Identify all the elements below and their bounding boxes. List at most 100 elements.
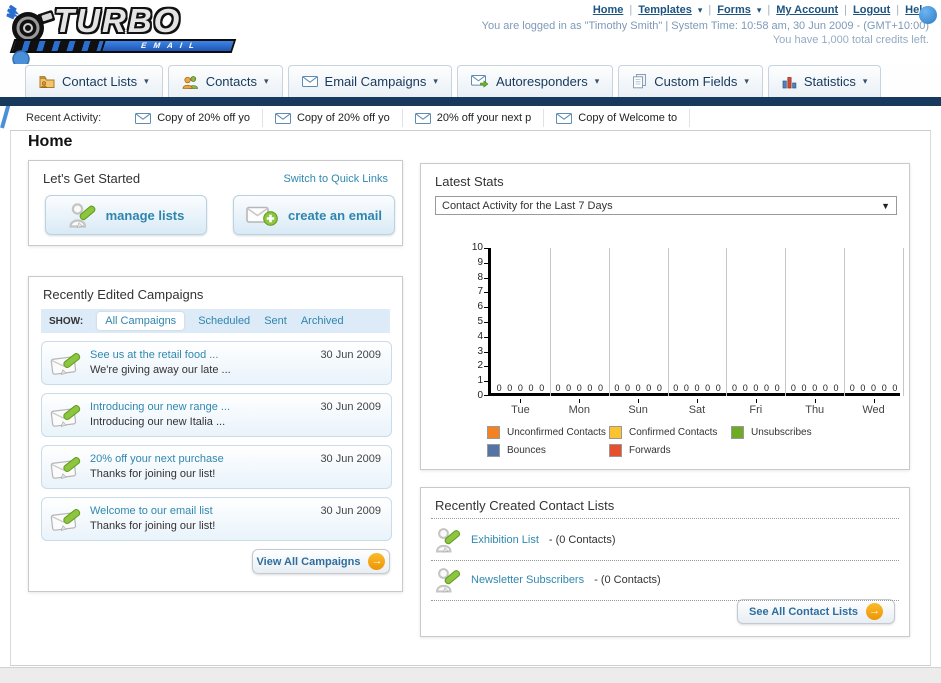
filter-sent[interactable]: Sent — [264, 315, 287, 327]
chart-value-label: 0 — [694, 383, 700, 393]
chevron-down-icon: ▾ — [697, 4, 703, 15]
tab-autoresponders[interactable]: Autoresponders ▾ — [456, 65, 614, 97]
y-axis-tick-mark — [484, 336, 489, 338]
nav-link-my-account[interactable]: My Account — [776, 4, 838, 16]
chart-value-labels: 00000 — [668, 383, 727, 393]
dotted-separator — [431, 600, 899, 601]
recent-activity-item-label: 20% off your next p — [436, 112, 532, 124]
chart-value-label: 0 — [881, 383, 887, 393]
x-axis-tick-label: Wed — [862, 404, 885, 416]
recent-activity-bar: Recent Activity: Copy of 20% off yo Copy … — [10, 106, 931, 131]
stats-report-dropdown[interactable]: Contact Activity for the Last 7 Days ▼ — [435, 196, 897, 215]
contact-list-item[interactable]: Exhibition List - (0 Contacts) — [435, 526, 616, 554]
x-axis-tick-label: Fri — [749, 404, 763, 416]
contact-list-edit-icon — [435, 526, 461, 554]
filter-scheduled[interactable]: Scheduled — [198, 315, 250, 327]
contact-list-edit-icon — [435, 566, 461, 594]
tab-statistics[interactable]: Statistics ▾ — [767, 65, 882, 97]
create-an-email-button[interactable]: create an email — [233, 195, 395, 235]
credits-info: You have 1,000 total credits left. — [772, 34, 929, 46]
legend-label: Unsubscribes — [751, 427, 812, 438]
chart-value-label: 0 — [496, 383, 502, 393]
x-axis-tick-label: Tue — [511, 404, 530, 416]
tab-label: Autoresponders — [495, 74, 588, 89]
recent-activity-item-label: Copy of 20% off yo — [157, 112, 250, 124]
nav-link-logout[interactable]: Logout — [853, 4, 890, 16]
campaign-item[interactable]: Introducing our new range ... Introducing… — [41, 393, 392, 437]
legend-swatch — [609, 444, 622, 457]
tab-contacts[interactable]: Contacts ▾ — [167, 65, 283, 97]
campaign-item[interactable]: Welcome to our email list Thanks for join… — [41, 497, 392, 541]
chart-value-label: 0 — [833, 383, 839, 393]
campaign-title-link[interactable]: Welcome to our email list — [90, 505, 213, 517]
view-all-campaigns-button[interactable]: View All Campaigns → — [252, 549, 390, 574]
recent-activity-item[interactable]: Copy of 20% off yo — [123, 109, 263, 127]
nav-link-home[interactable]: Home — [593, 4, 624, 16]
create-an-email-label: create an email — [288, 207, 382, 223]
campaign-subtitle: Thanks for joining our list! — [90, 520, 216, 532]
help-bubble-icon[interactable] — [919, 6, 937, 24]
campaign-title-link[interactable]: See us at the retail food ... — [90, 349, 218, 361]
campaign-item[interactable]: See us at the retail food ... We're givin… — [41, 341, 392, 385]
nav-link-forms[interactable]: Forms — [717, 4, 751, 16]
see-all-contact-lists-button[interactable]: See All Contact Lists → — [737, 599, 895, 624]
recent-activity-item-label: Copy of 20% off yo — [296, 112, 390, 124]
contact-list-name-link[interactable]: Newsletter Subscribers — [471, 574, 584, 586]
legend-label: Forwards — [629, 445, 671, 456]
tab-label: Contacts — [205, 74, 257, 89]
legend-swatch — [609, 426, 622, 439]
campaign-date: 30 Jun 2009 — [320, 453, 381, 465]
tab-bar: Contact Lists ▾ Contacts ▾ Email Campaigns ▾ A… — [0, 64, 941, 97]
chart-value-labels: 00000 — [550, 383, 609, 393]
contact-list-detail: - (0 Contacts) — [548, 534, 616, 546]
recent-activity-item-label: Copy of Welcome to — [578, 112, 678, 124]
y-axis-tick-label: 10 — [471, 242, 483, 253]
tab-custom-fields[interactable]: Custom Fields ▾ — [618, 65, 763, 97]
chart-value-label: 0 — [656, 383, 662, 393]
envelope-icon — [274, 112, 291, 124]
chart-value-label: 0 — [790, 383, 796, 393]
y-axis-tick-label: 6 — [477, 301, 483, 313]
nav-link-templates[interactable]: Templates — [638, 4, 692, 16]
chart-value-label: 0 — [598, 383, 604, 393]
page-title: Home — [28, 133, 73, 150]
campaign-title-link[interactable]: 20% off your next purchase — [90, 453, 224, 465]
envelope-icon — [301, 76, 318, 87]
manage-lists-button[interactable]: manage lists — [45, 195, 207, 235]
campaign-title-link[interactable]: Introducing our new range ... — [90, 401, 230, 413]
chart-value-label: 0 — [715, 383, 721, 393]
contact-list-detail: - (0 Contacts) — [594, 574, 661, 586]
chart-value-labels: 00000 — [491, 383, 550, 393]
y-axis-tick-mark — [484, 351, 489, 353]
contact-list-item[interactable]: Newsletter Subscribers - (0 Contacts) — [435, 566, 661, 594]
dotted-separator — [431, 518, 899, 519]
chevron-down-icon: ▾ — [594, 76, 600, 86]
filter-archived[interactable]: Archived — [301, 315, 344, 327]
recent-activity-item[interactable]: 20% off your next p — [403, 109, 545, 127]
contact-list-name-link[interactable]: Exhibition List — [471, 534, 539, 546]
chevron-down-icon: ▼ — [881, 200, 890, 211]
campaign-item[interactable]: 20% off your next purchase Thanks for joi… — [41, 445, 392, 489]
tab-email-campaigns[interactable]: Email Campaigns ▾ — [287, 65, 452, 97]
contact-lists-title: Recently Created Contact Lists — [435, 498, 615, 513]
chart-value-label: 0 — [742, 383, 748, 393]
chart-value-labels: 00000 — [609, 383, 668, 393]
chart-value-label: 0 — [753, 383, 759, 393]
switch-to-quick-links-link[interactable]: Switch to Quick Links — [283, 173, 388, 185]
chart-value-label: 0 — [528, 383, 534, 393]
x-axis-tick-label: Sat — [688, 404, 706, 416]
y-axis-tick-label: 2 — [477, 360, 483, 372]
campaign-subtitle: We're giving away our late ... — [90, 364, 231, 376]
chevron-down-icon: ▾ — [756, 4, 762, 15]
campaign-date: 30 Jun 2009 — [320, 349, 381, 361]
chart-value-label: 0 — [849, 383, 855, 393]
chart-legend: Unconfirmed Contacts Confirmed Contacts Un… — [487, 426, 812, 457]
create-email-icon — [246, 204, 278, 227]
recent-activity-item[interactable]: Copy of Welcome to — [544, 109, 691, 127]
nav-separator: | — [896, 4, 900, 16]
tab-contact-lists[interactable]: Contact Lists ▾ — [25, 65, 163, 97]
filter-all-campaigns[interactable]: All Campaigns — [97, 312, 185, 330]
recent-activity-item[interactable]: Copy of 20% off yo — [263, 109, 403, 127]
chevron-down-icon: ▾ — [144, 76, 149, 86]
tab-label: Custom Fields — [654, 74, 738, 89]
